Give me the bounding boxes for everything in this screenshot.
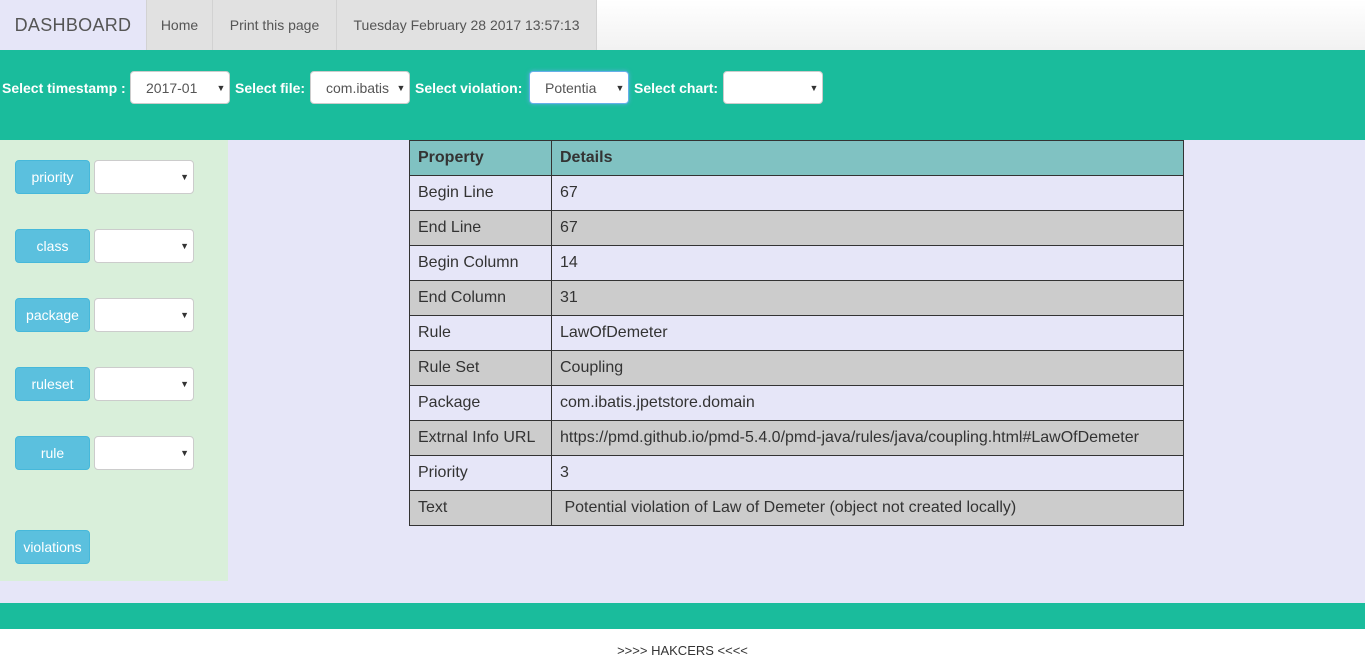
- details-cell: 3: [551, 455, 1184, 491]
- property-cell: Priority: [409, 455, 552, 491]
- details-cell: Coupling: [551, 350, 1184, 386]
- home-link[interactable]: Home: [146, 0, 212, 50]
- table-row: Text Potential violation of Law of Demet…: [409, 490, 1184, 526]
- violation-label: Select violation:: [415, 80, 523, 96]
- property-cell: Rule Set: [409, 350, 552, 386]
- timestamp-select[interactable]: 2017-01 ▼: [130, 71, 230, 104]
- class-button[interactable]: class: [15, 229, 90, 263]
- details-cell: Potential violation of Law of Demeter (o…: [551, 490, 1184, 526]
- header-property: Property: [409, 140, 552, 176]
- footer-text: >>>> HAKCERS <<<<: [617, 643, 748, 658]
- brand-link[interactable]: DASHBOARD: [0, 0, 146, 50]
- chevron-down-icon: ▼: [216, 82, 226, 93]
- details-cell: 14: [551, 245, 1184, 281]
- file-label: Select file:: [235, 80, 306, 96]
- class-select[interactable]: ▼: [94, 229, 194, 263]
- details-cell: https://pmd.github.io/pmd-5.4.0/pmd-java…: [551, 420, 1184, 456]
- details-cell: 67: [551, 210, 1184, 246]
- property-cell: Text: [409, 490, 552, 526]
- table-row: Begin Column 14: [409, 245, 1184, 281]
- chevron-down-icon: ▼: [396, 82, 406, 93]
- print-page-link[interactable]: Print this page: [212, 0, 336, 50]
- violations-button[interactable]: violations: [15, 530, 90, 564]
- violation-select-value: Potentia: [545, 79, 597, 96]
- details-cell: com.ibatis.jpetstore.domain: [551, 385, 1184, 421]
- rule-button[interactable]: rule: [15, 436, 90, 470]
- property-cell: End Column: [409, 280, 552, 316]
- footer-bar: [0, 603, 1365, 629]
- file-select[interactable]: com.ibatis ▼: [310, 71, 410, 104]
- chevron-down-icon: ▼: [615, 82, 625, 93]
- file-select-value: com.ibatis: [326, 79, 390, 96]
- details-cell: 67: [551, 175, 1184, 211]
- table-row: Begin Line 67: [409, 175, 1184, 211]
- chevron-down-icon: ▼: [180, 448, 189, 458]
- property-cell: Rule: [409, 315, 552, 351]
- chart-select[interactable]: ▼: [723, 71, 823, 104]
- table-row: Rule Set Coupling: [409, 350, 1184, 386]
- table-header-row: Property Details: [409, 140, 1184, 176]
- property-cell: Begin Column: [409, 245, 552, 281]
- filter-bar: Select timestamp : 2017-01 ▼ Select file…: [0, 50, 1365, 140]
- chevron-down-icon: ▼: [180, 310, 189, 320]
- table-row: Rule LawOfDemeter: [409, 315, 1184, 351]
- property-cell: Package: [409, 385, 552, 421]
- package-select[interactable]: ▼: [94, 298, 194, 332]
- chevron-down-icon: ▼: [180, 379, 189, 389]
- package-button[interactable]: package: [15, 298, 90, 332]
- details-cell: 31: [551, 280, 1184, 316]
- rule-select[interactable]: ▼: [94, 436, 194, 470]
- priority-button[interactable]: priority: [15, 160, 90, 194]
- priority-select[interactable]: ▼: [94, 160, 194, 194]
- chevron-down-icon: ▼: [180, 172, 189, 182]
- property-cell: Begin Line: [409, 175, 552, 211]
- table-row: End Line 67: [409, 210, 1184, 246]
- top-navbar: DASHBOARD Home Print this page Tuesday F…: [0, 0, 1365, 50]
- sidebar: priority ▼ class ▼ package ▼ ruleset ▼ r…: [0, 140, 228, 581]
- violation-details-table: Property Details Begin Line 67 End Line …: [409, 140, 1184, 526]
- property-cell: Extrnal Info URL: [409, 420, 552, 456]
- timestamp-select-value: 2017-01: [146, 79, 198, 96]
- header-details: Details: [551, 140, 1184, 176]
- property-cell: End Line: [409, 210, 552, 246]
- table-row: Extrnal Info URL https://pmd.github.io/p…: [409, 420, 1184, 456]
- main-content: priority ▼ class ▼ package ▼ ruleset ▼ r…: [0, 140, 1365, 603]
- chevron-down-icon: ▼: [180, 241, 189, 251]
- ruleset-button[interactable]: ruleset: [15, 367, 90, 401]
- timestamp-label: Select timestamp :: [2, 80, 126, 96]
- chevron-down-icon: ▼: [809, 82, 819, 93]
- ruleset-select[interactable]: ▼: [94, 367, 194, 401]
- table-row: Package com.ibatis.jpetstore.domain: [409, 385, 1184, 421]
- current-datetime: Tuesday February 28 2017 13:57:13: [336, 0, 597, 50]
- table-row: End Column 31: [409, 280, 1184, 316]
- details-cell: LawOfDemeter: [551, 315, 1184, 351]
- chart-label: Select chart:: [634, 80, 719, 96]
- violation-select[interactable]: Potentia ▼: [529, 71, 629, 104]
- table-row: Priority 3: [409, 455, 1184, 491]
